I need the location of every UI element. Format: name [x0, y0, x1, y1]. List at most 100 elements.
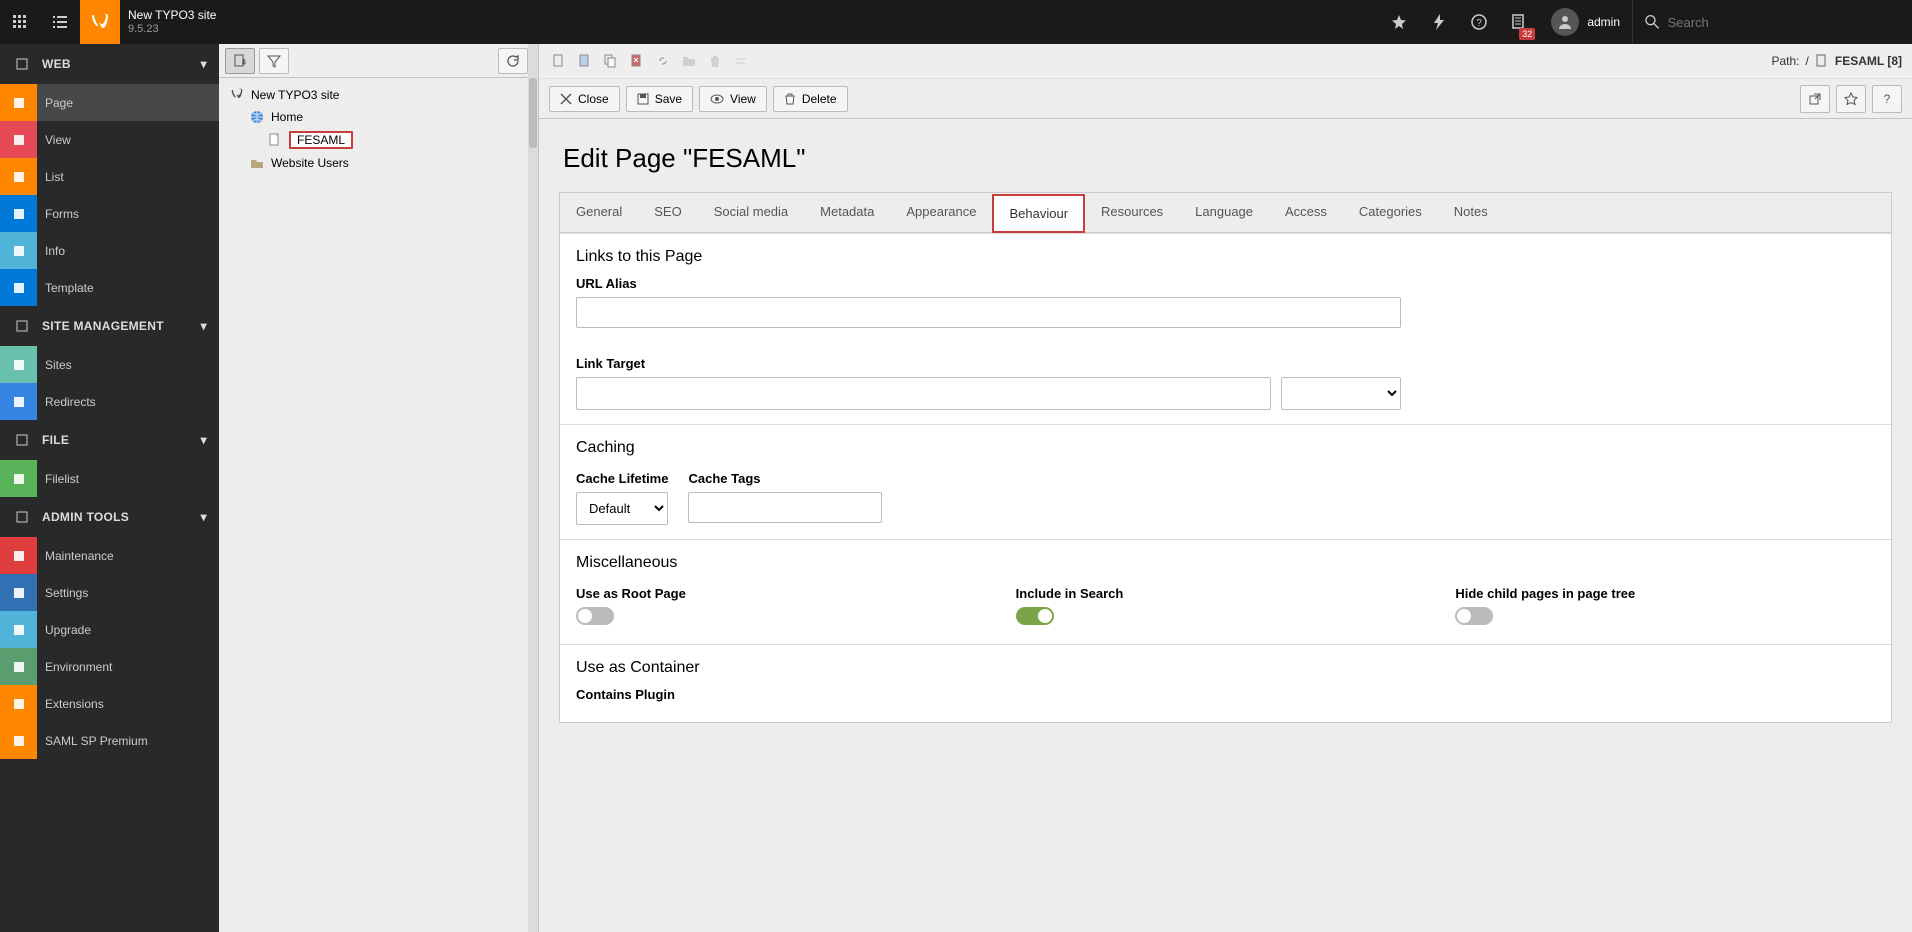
cache-tags-input[interactable] [688, 492, 882, 523]
chevron-down-icon: ▾ [201, 433, 207, 447]
tree-node-label: Website Users [271, 156, 349, 170]
root-page-toggle[interactable] [576, 607, 614, 625]
link-icon[interactable] [653, 51, 673, 71]
tree-new-page-button[interactable] [225, 48, 255, 74]
module-group-header[interactable]: SITE MANAGEMENT▾ [0, 306, 219, 346]
tree-node-label: Home [271, 110, 303, 124]
tab-general[interactable]: General [560, 193, 638, 232]
module-item-saml-sp-premium[interactable]: SAML SP Premium [0, 722, 219, 759]
tab-categories[interactable]: Categories [1343, 193, 1438, 232]
group-label: SITE MANAGEMENT [42, 319, 164, 333]
module-item-label: List [37, 170, 64, 184]
chevron-down-icon: ▾ [201, 510, 207, 524]
delete-button[interactable]: Delete [773, 86, 848, 112]
tab-seo[interactable]: SEO [638, 193, 697, 232]
tree-node[interactable]: Home [227, 106, 530, 128]
tab-appearance[interactable]: Appearance [890, 193, 992, 232]
module-item-label: Maintenance [37, 549, 114, 563]
module-color-icon [0, 537, 37, 574]
module-item-upgrade[interactable]: Upgrade [0, 611, 219, 648]
link-target-select[interactable] [1281, 377, 1401, 410]
help-button[interactable]: ? [1872, 85, 1902, 113]
tab-behaviour[interactable]: Behaviour [992, 194, 1085, 233]
section-links-title: Links to this Page [576, 248, 1875, 266]
module-item-info[interactable]: Info [0, 232, 219, 269]
module-color-icon [0, 121, 37, 158]
open-new-window-button[interactable] [1800, 85, 1830, 113]
save-button[interactable]: Save [626, 86, 693, 112]
module-color-icon [0, 460, 37, 497]
list-toggle-icon[interactable] [40, 0, 80, 44]
content-area: Path: / FESAML [8] Close Save View [539, 44, 1912, 932]
link-target-input[interactable] [576, 377, 1271, 410]
include-search-toggle[interactable] [1016, 607, 1054, 625]
module-item-settings[interactable]: Settings [0, 574, 219, 611]
typo3-logo[interactable] [80, 0, 120, 44]
tree-filter-button[interactable] [259, 48, 289, 74]
tab-metadata[interactable]: Metadata [804, 193, 890, 232]
module-item-page[interactable]: Page [0, 84, 219, 121]
module-group-header[interactable]: WEB▾ [0, 44, 219, 84]
bookmark-button[interactable] [1836, 85, 1866, 113]
site-version: 9.5.23 [128, 23, 216, 36]
module-item-sites[interactable]: Sites [0, 346, 219, 383]
module-color-icon [0, 346, 37, 383]
user-menu[interactable]: admin [1539, 8, 1632, 36]
cache-flash-icon[interactable] [1419, 0, 1459, 44]
module-item-forms[interactable]: Forms [0, 195, 219, 232]
module-item-label: Forms [37, 207, 79, 221]
module-color-icon [0, 158, 37, 195]
tab-access[interactable]: Access [1269, 193, 1343, 232]
module-item-redirects[interactable]: Redirects [0, 383, 219, 420]
apps-icon[interactable] [0, 0, 40, 44]
tree-scrollbar[interactable] [528, 44, 538, 932]
module-item-extensions[interactable]: Extensions [0, 685, 219, 722]
module-color-icon [0, 685, 37, 722]
tree-node[interactable]: Website Users [227, 152, 530, 174]
delete-record-icon[interactable] [627, 51, 647, 71]
tab-language[interactable]: Language [1179, 193, 1269, 232]
view-button[interactable]: View [699, 86, 767, 112]
module-color-icon [0, 269, 37, 306]
module-item-environment[interactable]: Environment [0, 648, 219, 685]
tab-resources[interactable]: Resources [1085, 193, 1179, 232]
tree-root[interactable]: New TYPO3 site [227, 84, 530, 106]
close-button[interactable]: Close [549, 86, 620, 112]
module-color-icon [0, 722, 37, 759]
module-color-icon [0, 574, 37, 611]
tree-node[interactable]: FESAML [227, 128, 530, 152]
module-item-label: Upgrade [37, 623, 91, 637]
breadcrumb: Path: / FESAML [8] [1772, 54, 1903, 68]
module-item-view[interactable]: View [0, 121, 219, 158]
module-group-header[interactable]: ADMIN TOOLS▾ [0, 497, 219, 537]
chevron-down-icon: ▾ [201, 57, 207, 71]
search-input[interactable] [1668, 15, 1900, 30]
path-root: / [1806, 54, 1809, 68]
bookmark-icon[interactable] [1379, 0, 1419, 44]
module-item-filelist[interactable]: Filelist [0, 460, 219, 497]
module-item-label: Info [37, 244, 65, 258]
opendocs-icon[interactable]: 32 [1499, 0, 1539, 44]
help-icon[interactable]: ? [1459, 0, 1499, 44]
new-record-icon[interactable] [549, 51, 569, 71]
url-alias-label: URL Alias [576, 276, 1875, 291]
new-wizard-icon[interactable] [575, 51, 595, 71]
tree-refresh-button[interactable] [498, 48, 528, 74]
global-search[interactable] [1632, 0, 1912, 44]
module-item-label: Redirects [37, 395, 96, 409]
module-item-label: Sites [37, 358, 72, 372]
module-item-list[interactable]: List [0, 158, 219, 195]
module-item-template[interactable]: Template [0, 269, 219, 306]
tab-notes[interactable]: Notes [1438, 193, 1504, 232]
module-group-header[interactable]: FILE▾ [0, 420, 219, 460]
path-label: Path: [1772, 54, 1800, 68]
link-target-label: Link Target [576, 356, 1875, 371]
copy-icon[interactable] [601, 51, 621, 71]
include-search-label: Include in Search [1016, 586, 1436, 601]
module-item-maintenance[interactable]: Maintenance [0, 537, 219, 574]
hide-children-toggle[interactable] [1455, 607, 1493, 625]
cache-lifetime-select[interactable]: Default [576, 492, 668, 525]
tab-social-media[interactable]: Social media [698, 193, 804, 232]
page-icon [1815, 54, 1829, 68]
url-alias-input[interactable] [576, 297, 1401, 328]
